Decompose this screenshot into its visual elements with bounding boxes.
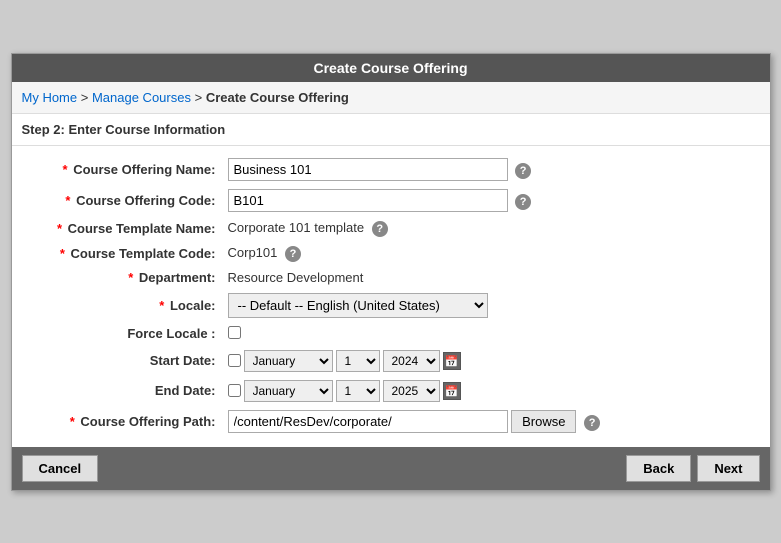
locale-select[interactable]: -- Default -- English (United States) En… (228, 293, 488, 318)
course-template-name-value: Corporate 101 template (228, 220, 365, 235)
department-value: Resource Development (228, 270, 364, 285)
start-day-select[interactable]: 1234 5678 910 (336, 350, 380, 372)
breadcrumb: My Home > Manage Courses > Create Course… (12, 82, 770, 114)
start-date-row: JanuaryFebruaryMarch AprilMayJune JulyAu… (228, 350, 754, 372)
row-start-date: Start Date: JanuaryFebruaryMarch AprilMa… (22, 346, 760, 376)
label-department: * Department: (22, 266, 222, 289)
end-calendar-icon[interactable]: 📅 (443, 382, 461, 400)
required-star-3: * (57, 221, 62, 236)
label-force-locale: Force Locale : (22, 322, 222, 346)
label-course-template-name: * Course Template Name: (22, 216, 222, 241)
course-template-name-help-icon[interactable]: ? (372, 221, 388, 237)
breadcrumb-home[interactable]: My Home (22, 90, 78, 105)
required-star-6: * (159, 298, 164, 313)
row-end-date: End Date: JanuaryFebruaryMarch AprilMayJ… (22, 376, 760, 406)
breadcrumb-sep1: > (81, 90, 92, 105)
required-star-5: * (128, 270, 133, 285)
next-button[interactable]: Next (697, 455, 759, 482)
end-day-select[interactable]: 1234 5678 910 (336, 380, 380, 402)
course-offering-code-help-icon[interactable]: ? (515, 194, 531, 210)
course-offering-name-input[interactable] (228, 158, 508, 181)
label-start-date: Start Date: (22, 346, 222, 376)
step-label: Step 2: Enter Course Information (12, 114, 770, 143)
required-star-7: * (70, 414, 75, 429)
course-offering-path-input[interactable] (228, 410, 508, 433)
label-course-offering-name: * Course Offering Name: (22, 154, 222, 185)
end-month-select[interactable]: JanuaryFebruaryMarch AprilMayJune JulyAu… (244, 380, 333, 402)
back-button[interactable]: Back (626, 455, 691, 482)
form-area: * Course Offering Name: ? * Course Offer… (12, 148, 770, 447)
browse-button[interactable]: Browse (511, 410, 576, 433)
label-course-template-code: * Course Template Code: (22, 241, 222, 266)
row-locale: * Locale: -- Default -- English (United … (22, 289, 760, 322)
dialog-title: Create Course Offering (12, 54, 770, 82)
cancel-button[interactable]: Cancel (22, 455, 99, 482)
start-year-select[interactable]: 202020212022 2023202420252026 (383, 350, 440, 372)
course-template-code-value: Corp101 (228, 245, 278, 260)
row-department: * Department: Resource Development (22, 266, 760, 289)
required-star-4: * (60, 246, 65, 261)
start-calendar-icon[interactable]: 📅 (443, 352, 461, 370)
end-date-checkbox[interactable] (228, 384, 241, 397)
row-course-template-name: * Course Template Name: Corporate 101 te… (22, 216, 760, 241)
footer-right: Back Next (626, 455, 759, 482)
label-end-date: End Date: (22, 376, 222, 406)
start-date-checkbox[interactable] (228, 354, 241, 367)
create-course-dialog: Create Course Offering My Home > Manage … (11, 53, 771, 491)
end-date-row: JanuaryFebruaryMarch AprilMayJune JulyAu… (228, 380, 754, 402)
course-template-code-help-icon[interactable]: ? (285, 246, 301, 262)
required-star-2: * (65, 193, 70, 208)
form-table: * Course Offering Name: ? * Course Offer… (22, 154, 760, 437)
breadcrumb-current: Create Course Offering (206, 90, 349, 105)
course-offering-code-input[interactable] (228, 189, 508, 212)
course-offering-name-help-icon[interactable]: ? (515, 163, 531, 179)
end-year-select[interactable]: 202020212022 2023202420252026 (383, 380, 440, 402)
row-force-locale: Force Locale : (22, 322, 760, 346)
breadcrumb-sep2: > (195, 90, 206, 105)
start-month-select[interactable]: JanuaryFebruaryMarch AprilMayJune JulyAu… (244, 350, 333, 372)
footer: Cancel Back Next (12, 447, 770, 490)
label-course-offering-path: * Course Offering Path: (22, 406, 222, 437)
row-course-offering-code: * Course Offering Code: ? (22, 185, 760, 216)
row-course-offering-path: * Course Offering Path: Browse ? (22, 406, 760, 437)
row-course-offering-name: * Course Offering Name: ? (22, 154, 760, 185)
footer-left: Cancel (22, 455, 99, 482)
label-course-offering-code: * Course Offering Code: (22, 185, 222, 216)
label-locale: * Locale: (22, 289, 222, 322)
force-locale-checkbox[interactable] (228, 326, 241, 339)
breadcrumb-manage[interactable]: Manage Courses (92, 90, 191, 105)
row-course-template-code: * Course Template Code: Corp101 ? (22, 241, 760, 266)
required-star: * (63, 162, 68, 177)
course-offering-path-help-icon[interactable]: ? (584, 415, 600, 431)
